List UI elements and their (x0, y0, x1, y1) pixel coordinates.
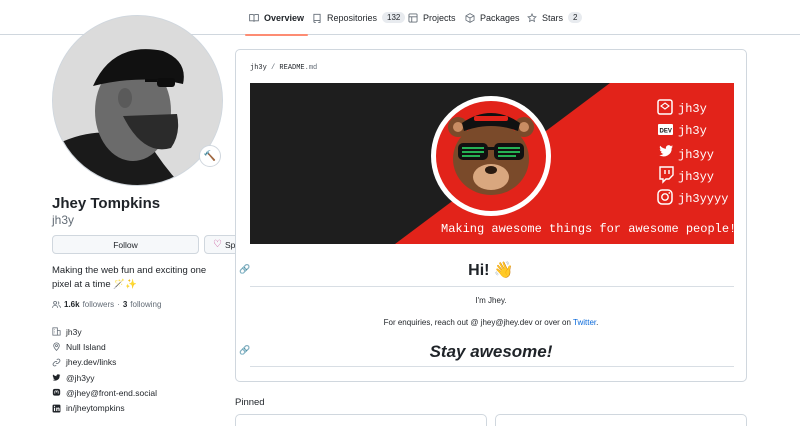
people-icon (52, 300, 61, 308)
book-icon (249, 13, 259, 22)
following-label[interactable]: following (130, 300, 161, 309)
detail-linkedin[interactable]: in/jheytompkins (52, 400, 157, 415)
following-count[interactable]: 3 (123, 300, 127, 309)
banner-handle-twitch: jh3yy (678, 170, 714, 184)
tab-stars[interactable]: Stars 2 (527, 0, 583, 35)
svg-text:DEV: DEV (660, 129, 672, 135)
profile-details: jh3y Null Island jhey.dev/links @jh3yy @… (52, 324, 157, 416)
repo-icon (313, 13, 321, 23)
detail-twitter[interactable]: @jh3yy (52, 370, 157, 385)
readme-heading: Hi! 👋 (468, 262, 514, 279)
banner-handle-instagram: jh3yyyy (678, 192, 728, 206)
closing-divider (250, 366, 734, 367)
organization-icon (52, 327, 61, 336)
avatar[interactable] (52, 15, 223, 186)
followers-label[interactable]: followers (83, 300, 115, 309)
readme-contact: For enquiries, reach out @ jhey@jhey.dev… (236, 318, 746, 327)
path-separator: / (271, 64, 276, 72)
readme-path-ext: .md (304, 64, 318, 72)
twitter-icon (52, 374, 61, 381)
detail-text: @jh3yy (66, 372, 95, 383)
readme-path-file: README (279, 64, 305, 72)
tab-label: Overview (264, 12, 305, 23)
pinned-heading: Pinned (235, 397, 265, 408)
stats-separator: · (117, 300, 120, 309)
banner-graphic: jh3y DEV jh3y jh3yy jh3yy jh3yyyy Making… (250, 83, 734, 244)
followers-count[interactable]: 1.6k (64, 300, 80, 309)
banner-handle-codepen: jh3y (678, 102, 707, 116)
detail-website[interactable]: jhey.dev/links (52, 355, 157, 370)
banner-handle-twitter: jh3yy (678, 148, 714, 162)
set-status-button[interactable]: 🔨 (199, 145, 221, 167)
detail-text: jh3y (66, 326, 82, 337)
avatar-photo (53, 16, 222, 185)
profile-name: Jhey Tompkins (52, 195, 161, 212)
tab-packages[interactable]: Packages (465, 0, 520, 35)
heart-icon: ♡ (213, 239, 222, 250)
table-icon (408, 13, 418, 22)
detail-text: jhey.dev/links (66, 357, 117, 368)
follow-button[interactable]: Follow (52, 235, 199, 254)
tab-projects[interactable]: Projects (408, 0, 456, 35)
repo-count-badge: 132 (382, 12, 406, 23)
profile-login: jh3y (52, 213, 75, 227)
tab-repositories[interactable]: Repositories 132 (312, 0, 406, 35)
pinned-repo-card[interactable] (495, 414, 747, 426)
detail-text: @jhey@front-end.social (66, 387, 157, 398)
readme-intro: I'm Jhey. (475, 296, 507, 305)
detail-text: in/jheytompkins (66, 403, 125, 414)
contact-suffix: . (596, 318, 599, 327)
dev-icon: DEV (658, 124, 673, 135)
readme-path-user[interactable]: jh3y (250, 64, 267, 72)
pinned-repo-card[interactable] (235, 414, 487, 426)
follow-stats: 1.6k followers · 3 following (52, 300, 161, 309)
twitter-link[interactable]: Twitter (573, 318, 596, 327)
readme-closing: Stay awesome! (429, 342, 553, 361)
tab-label: Repositories (327, 12, 378, 23)
detail-organization[interactable]: jh3y (52, 324, 157, 339)
detail-text: Null Island (66, 341, 106, 352)
stars-count-badge: 2 (568, 12, 583, 23)
mastodon-icon (52, 389, 61, 396)
location-icon (53, 342, 60, 352)
profile-bio: Making the web fun and exciting one pixe… (52, 265, 207, 290)
detail-mastodon[interactable]: @jhey@front-end.social (52, 385, 157, 400)
detail-location: Null Island (52, 339, 157, 354)
linkedin-icon (52, 404, 61, 413)
banner-handle-dev: jh3y (678, 124, 707, 138)
tab-overview[interactable]: Overview (244, 0, 309, 36)
contact-text: For enquiries, reach out @ jhey@jhey.dev… (383, 318, 571, 327)
link-icon (52, 358, 61, 367)
hammer-icon: 🔨 (203, 150, 217, 162)
tab-label: Projects (423, 12, 456, 23)
profile-readme: jh3y / README.md jh3y DEV jh3y jh3yy jh3… (235, 49, 747, 382)
banner-tagline: Making awesome things for awesome people… (441, 222, 734, 236)
readme-banner: jh3y DEV jh3y jh3yy jh3yy jh3yyyy Making… (250, 83, 734, 244)
heading-divider (250, 286, 734, 287)
tab-label: Packages (480, 12, 520, 23)
readme-path: jh3y / README.md (250, 64, 317, 72)
package-icon (465, 12, 475, 23)
tab-label: Stars (542, 12, 564, 23)
star-icon (527, 12, 537, 22)
